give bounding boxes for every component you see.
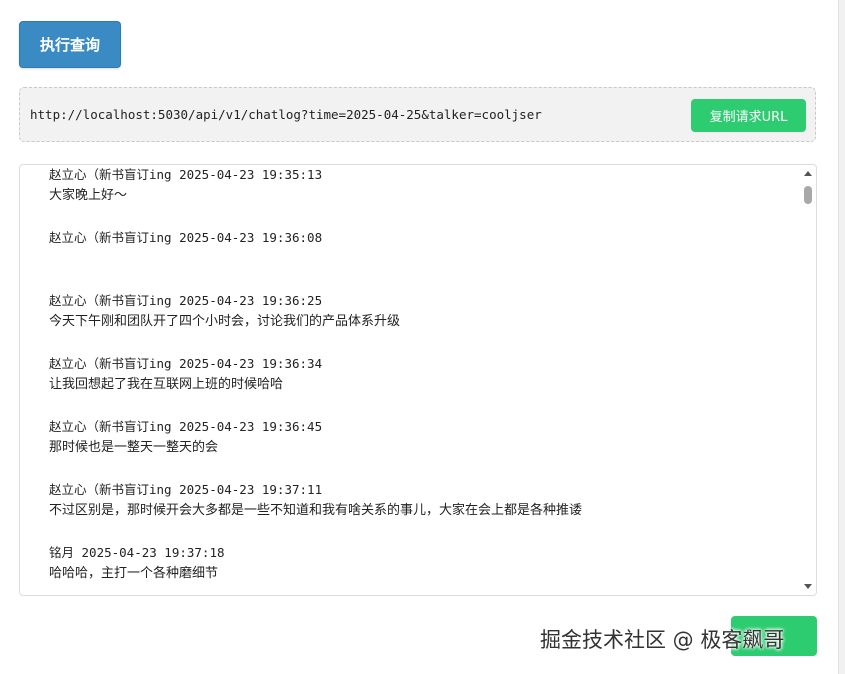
execute-query-button[interactable]: 执行查询 [19,21,121,68]
message-header: 赵立心（新书盲订ing 2025-04-23 19:36:08 [49,230,323,245]
message-text: 哈哈哈，主打一个各种磨细节 [49,566,219,581]
message-text: 让我回想起了我在互联网上班的时候哈哈 [49,377,284,392]
scroll-down-arrow-icon[interactable] [804,584,812,589]
chat-message: 赵立心（新书盲订ing 2025-04-23 19:36:45 那时候也是一整天… [49,417,799,480]
message-text [49,248,799,270]
message-text: 大家晚上好～ [49,188,128,203]
chat-message: 赵立心（新书盲订ing 2025-04-23 19:37:11 不过区别是，那时… [49,480,799,543]
chat-message: 赵立心（新书盲订ing 2025-04-23 19:35:13 大家晚上好～ [49,165,799,228]
scroll-thumb[interactable] [804,186,812,204]
chat-message: 赵立心（新书盲订ing 2025-04-23 19:36:08 [49,228,799,291]
chatlog-scrollbar[interactable] [801,166,815,594]
window-right-edge [838,0,845,674]
message-header: 赵立心（新书盲订ing 2025-04-23 19:36:25 [49,293,323,308]
chat-message: 铭月 2025-04-23 19:37:18 哈哈哈，主打一个各种磨细节 [49,543,799,595]
message-header: 赵立心（新书盲订ing 2025-04-23 19:35:13 [49,167,323,182]
message-header: 赵立心（新书盲订ing 2025-04-23 19:37:11 [49,482,323,497]
scroll-up-arrow-icon[interactable] [804,171,812,176]
message-text: 不过区别是，那时候开会大多都是一些不知道和我有啥关系的事儿，大家在会上都是各种推… [49,503,583,518]
message-text: 那时候也是一整天一整天的会 [49,440,219,455]
chatlog-content: 赵立心（新书盲订ing 2025-04-23 19:35:13 大家晚上好～ 赵… [49,165,799,595]
chat-message: 赵立心（新书盲订ing 2025-04-23 19:36:34 让我回想起了我在… [49,354,799,417]
message-header: 铭月 2025-04-23 19:37:18 [49,545,225,560]
chatlog-output[interactable]: 赵立心（新书盲订ing 2025-04-23 19:35:13 大家晚上好～ 赵… [19,164,817,596]
message-header: 赵立心（新书盲订ing 2025-04-23 19:36:45 [49,419,323,434]
request-url-panel: http://localhost:5030/api/v1/chatlog?tim… [19,87,816,142]
watermark-text: 掘金技术社区 @ 极客飙哥 [540,628,785,652]
message-header: 赵立心（新书盲订ing 2025-04-23 19:36:34 [49,356,323,371]
copy-url-button[interactable]: 复制请求URL [691,99,806,132]
request-url-text: http://localhost:5030/api/v1/chatlog?tim… [30,107,542,122]
chat-message: 赵立心（新书盲订ing 2025-04-23 19:36:25 今天下午刚和团队… [49,291,799,354]
message-text: 今天下午刚和团队开了四个小时会，讨论我们的产品体系升级 [49,314,401,329]
